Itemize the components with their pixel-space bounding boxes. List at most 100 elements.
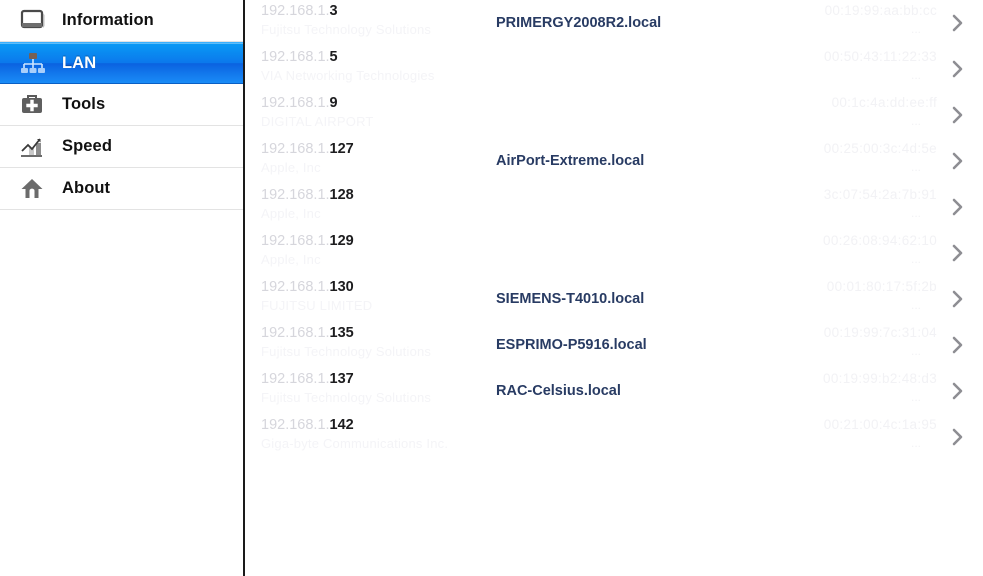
table-row[interactable]: 192.168.1.128 Apple, Inc 3c:07:54:2a:7b:…	[245, 184, 983, 230]
device-ip-address: 192.168.1.5	[261, 49, 338, 65]
sidebar-item-label: Tools	[62, 95, 106, 113]
device-hostname: RAC-Celsius.local	[496, 383, 621, 399]
device-mac-sub: ...	[910, 114, 921, 128]
device-mac-sub: ...	[910, 436, 921, 450]
device-mac-sub: ...	[910, 206, 921, 220]
device-mac-address: 3c:07:54:2a:7b:91	[823, 187, 937, 202]
table-row[interactable]: 192.168.1.130 FUJITSU LIMITED SIEMENS-T4…	[245, 276, 983, 322]
chevron-right-icon[interactable]	[945, 290, 971, 308]
chevron-right-icon[interactable]	[945, 198, 971, 216]
device-mac-address: 00:25:00:3c:4d:5e	[823, 141, 937, 156]
device-vendor: Fujitsu Technology Solutions	[261, 344, 432, 359]
device-list: 192.168.1.3 Fujitsu Technology Solutions…	[245, 0, 983, 576]
table-row[interactable]: 192.168.1.142 Giga-byte Communications I…	[245, 414, 983, 460]
device-vendor: Fujitsu Technology Solutions	[261, 390, 432, 405]
device-mac-cell: 00:19:99:b2:48:d3 ...	[781, 368, 945, 414]
table-row[interactable]: 192.168.1.5 VIA Networking Technologies …	[245, 46, 983, 92]
device-ip-cell: 192.168.1.5 VIA Networking Technologies	[261, 46, 491, 92]
device-ip-cell: 192.168.1.129 Apple, Inc	[261, 230, 491, 276]
table-row[interactable]: 192.168.1.129 Apple, Inc 00:26:08:94:62:…	[245, 230, 983, 276]
device-ip-address: 192.168.1.142	[261, 417, 354, 433]
table-row[interactable]: 192.168.1.9 DIGITAL AIRPORT 00:1c:4a:dd:…	[245, 92, 983, 138]
sidebar-item-lan[interactable]: LAN	[0, 42, 243, 84]
device-hostname: PRIMERGY2008R2.local	[496, 15, 662, 31]
table-row[interactable]: 192.168.1.127 Apple, Inc AirPort-Extreme…	[245, 138, 983, 184]
table-row[interactable]: 192.168.1.137 Fujitsu Technology Solutio…	[245, 368, 983, 414]
device-mac-sub: ...	[910, 160, 921, 174]
device-mac-sub: ...	[910, 298, 921, 312]
home-icon	[18, 174, 48, 204]
device-mac-sub: ...	[910, 68, 921, 82]
device-ip-address: 192.168.1.130	[261, 279, 354, 295]
device-mac-sub: ...	[910, 390, 921, 404]
device-mac-sub: ...	[910, 22, 921, 36]
device-ip-address: 192.168.1.127	[261, 141, 354, 157]
sidebar-item-label: LAN	[62, 53, 97, 72]
device-mac-cell: 00:21:00:4c:1a:95 ...	[781, 414, 945, 460]
chevron-right-icon[interactable]	[945, 152, 971, 170]
device-mac-sub: ...	[910, 344, 921, 358]
device-mac-cell: 00:25:00:3c:4d:5e ...	[781, 138, 945, 184]
list-empty-area	[245, 460, 983, 576]
chevron-right-icon[interactable]	[945, 14, 971, 32]
device-ip-address: 192.168.1.129	[261, 233, 354, 249]
device-ip-cell: 192.168.1.3 Fujitsu Technology Solutions	[261, 0, 491, 46]
chart-icon	[18, 132, 48, 162]
chevron-right-icon[interactable]	[945, 244, 971, 262]
device-mac-cell: 00:50:43:11:22:33 ...	[781, 46, 945, 92]
device-mac-sub: ...	[910, 252, 921, 266]
device-vendor: Apple, Inc	[261, 160, 321, 175]
device-mac-cell: 00:1c:4a:dd:ee:ff ...	[781, 92, 945, 138]
chevron-right-icon[interactable]	[945, 428, 971, 446]
device-mac-cell: 00:19:99:aa:bb:cc ...	[781, 0, 945, 46]
device-ip-cell: 192.168.1.130 FUJITSU LIMITED	[261, 276, 491, 322]
sidebar-item-tools[interactable]: Tools	[0, 84, 243, 126]
sidebar-item-label: Speed	[62, 137, 113, 155]
network-icon	[18, 48, 48, 78]
device-ip-cell: 192.168.1.9 DIGITAL AIRPORT	[261, 92, 491, 138]
device-mac-address: 00:19:99:7c:31:04	[823, 325, 937, 340]
device-mac-cell: 3c:07:54:2a:7b:91 ...	[781, 184, 945, 230]
device-mac-address: 00:19:99:b2:48:d3	[823, 371, 937, 386]
device-ip-cell: 192.168.1.142 Giga-byte Communications I…	[261, 414, 491, 460]
device-ip-address: 192.168.1.135	[261, 325, 354, 341]
chevron-right-icon[interactable]	[945, 60, 971, 78]
device-ip-address: 192.168.1.3	[261, 3, 338, 19]
device-hostname: SIEMENS-T4010.local	[496, 291, 645, 307]
device-mac-address: 00:50:43:11:22:33	[824, 49, 937, 64]
chevron-right-icon[interactable]	[945, 336, 971, 354]
device-ip-address: 192.168.1.137	[261, 371, 354, 387]
app-window: Information LAN Tools Speed About 192.16…	[0, 0, 983, 576]
device-vendor: Giga-byte Communications Inc.	[261, 436, 449, 451]
device-ip-cell: 192.168.1.137 Fujitsu Technology Solutio…	[261, 368, 491, 414]
device-mac-address: 00:1c:4a:dd:ee:ff	[831, 95, 937, 110]
sidebar-item-about[interactable]: About	[0, 168, 243, 210]
device-hostname: ESPRIMO-P5916.local	[496, 337, 647, 353]
device-vendor: Apple, Inc	[261, 206, 321, 221]
device-vendor: Apple, Inc	[261, 252, 321, 267]
chevron-right-icon[interactable]	[945, 382, 971, 400]
device-ip-cell: 192.168.1.128 Apple, Inc	[261, 184, 491, 230]
device-mac-address: 00:26:08:94:62:10	[823, 233, 937, 248]
device-mac-cell: 00:26:08:94:62:10 ...	[781, 230, 945, 276]
device-vendor: VIA Networking Technologies	[261, 68, 435, 83]
table-row[interactable]: 192.168.1.135 Fujitsu Technology Solutio…	[245, 322, 983, 368]
device-mac-address: 00:01:80:17:5f:2b	[826, 279, 937, 294]
chevron-right-icon[interactable]	[945, 106, 971, 124]
sidebar-item-speed[interactable]: Speed	[0, 126, 243, 168]
device-mac-cell: 00:19:99:7c:31:04 ...	[781, 322, 945, 368]
toolbox-icon	[18, 90, 48, 120]
device-mac-address: 00:19:99:aa:bb:cc	[824, 3, 937, 18]
device-ip-address: 192.168.1.9	[261, 95, 338, 111]
device-vendor: DIGITAL AIRPORT	[261, 114, 374, 129]
device-vendor: FUJITSU LIMITED	[261, 298, 373, 313]
sidebar-item-information[interactable]: Information	[0, 0, 243, 42]
device-ip-cell: 192.168.1.135 Fujitsu Technology Solutio…	[261, 322, 491, 368]
table-row[interactable]: 192.168.1.3 Fujitsu Technology Solutions…	[245, 0, 983, 46]
device-mac-cell: 00:01:80:17:5f:2b ...	[781, 276, 945, 322]
sidebar: Information LAN Tools Speed About	[0, 0, 245, 576]
sidebar-item-label: Information	[62, 11, 154, 29]
sidebar-item-label: About	[62, 179, 111, 197]
device-hostname: AirPort-Extreme.local	[496, 153, 645, 169]
device-ip-address: 192.168.1.128	[261, 187, 354, 203]
